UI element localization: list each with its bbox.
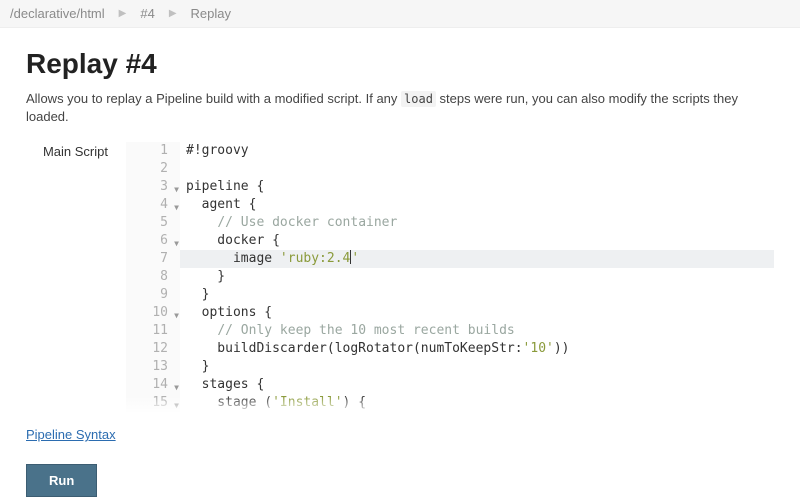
line-number: 4▼	[126, 196, 180, 214]
code-line[interactable]: 12 buildDiscarder(logRotator(numToKeepSt…	[126, 340, 774, 358]
line-number: 2	[126, 160, 180, 178]
script-editor[interactable]: 1#!groovy23▼pipeline {4▼ agent {5 // Use…	[126, 142, 774, 414]
line-number: 5	[126, 214, 180, 232]
code-text[interactable]: #!groovy	[180, 142, 774, 160]
line-number: 3▼	[126, 178, 180, 196]
code-line[interactable]: 3▼pipeline {	[126, 178, 774, 196]
code-line[interactable]: 9 }	[126, 286, 774, 304]
code-text[interactable]: agent {	[180, 196, 774, 214]
code-text[interactable]: pipeline {	[180, 178, 774, 196]
code-line[interactable]: 2	[126, 160, 774, 178]
line-number: 11	[126, 322, 180, 340]
code-text[interactable]: // Only keep the 10 most recent builds	[180, 322, 774, 340]
code-text[interactable]: }	[180, 286, 774, 304]
code-text[interactable]: // Use docker container	[180, 214, 774, 232]
fold-icon[interactable]: ▼	[174, 397, 179, 414]
code-line[interactable]: 8 }	[126, 268, 774, 286]
code-line[interactable]: 7 image 'ruby:2.4'	[126, 250, 774, 268]
chevron-right-icon: ▶	[119, 8, 127, 19]
code-text[interactable]: stage ('Install') {	[180, 394, 774, 412]
code-line[interactable]: 14▼ stages {	[126, 376, 774, 394]
code-text[interactable]	[180, 160, 774, 178]
code-line[interactable]: 13 }	[126, 358, 774, 376]
pipeline-syntax-link[interactable]: Pipeline Syntax	[26, 427, 116, 442]
code-text[interactable]: docker {	[180, 232, 774, 250]
code-line[interactable]: 11 // Only keep the 10 most recent build…	[126, 322, 774, 340]
line-number: 1	[126, 142, 180, 160]
line-number: 13	[126, 358, 180, 376]
line-number: 14▼	[126, 376, 180, 394]
code-line[interactable]: 1#!groovy	[126, 142, 774, 160]
code-text[interactable]: options {	[180, 304, 774, 322]
breadcrumb-build[interactable]: #4	[140, 6, 154, 21]
code-text[interactable]: }	[180, 358, 774, 376]
code-text[interactable]: stages {	[180, 376, 774, 394]
code-line[interactable]: 5 // Use docker container	[126, 214, 774, 232]
code-line[interactable]: 10▼ options {	[126, 304, 774, 322]
inline-code: load	[401, 91, 436, 107]
breadcrumb-path[interactable]: /declarative/html	[10, 6, 105, 21]
line-number: 8	[126, 268, 180, 286]
page-description: Allows you to replay a Pipeline build wi…	[26, 90, 774, 126]
breadcrumb: /declarative/html ▶ #4 ▶ Replay	[0, 0, 800, 28]
breadcrumb-page[interactable]: Replay	[191, 6, 231, 21]
code-text[interactable]: buildDiscarder(logRotator(numToKeepStr:'…	[180, 340, 774, 358]
code-text[interactable]: image 'ruby:2.4'	[180, 250, 774, 268]
line-number: 15▼	[126, 394, 180, 412]
code-text[interactable]: }	[180, 268, 774, 286]
run-button[interactable]: Run	[26, 464, 97, 497]
line-number: 12	[126, 340, 180, 358]
code-line[interactable]: 15▼ stage ('Install') {	[126, 394, 774, 412]
line-number: 6▼	[126, 232, 180, 250]
line-number: 10▼	[126, 304, 180, 322]
code-line[interactable]: 4▼ agent {	[126, 196, 774, 214]
code-line[interactable]: 6▼ docker {	[126, 232, 774, 250]
page-title: Replay #4	[26, 48, 774, 80]
editor-label: Main Script	[26, 142, 108, 414]
line-number: 9	[126, 286, 180, 304]
line-number: 7	[126, 250, 180, 268]
chevron-right-icon: ▶	[169, 8, 177, 19]
